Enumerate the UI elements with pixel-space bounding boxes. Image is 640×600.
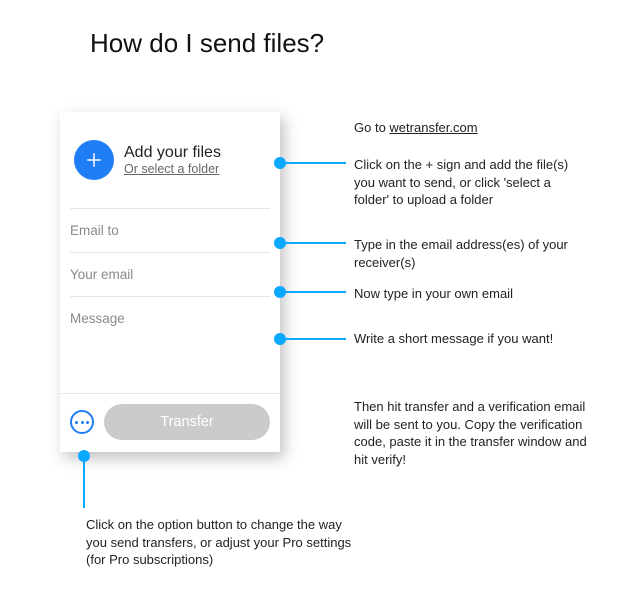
dot-icon	[75, 421, 78, 424]
callout-dot-youremail	[274, 286, 286, 298]
select-folder-link[interactable]: Or select a folder	[124, 162, 221, 176]
note-add: Click on the + sign and add the file(s) …	[354, 156, 584, 209]
note-goto-prefix: Go to	[354, 120, 389, 135]
callout-line	[286, 291, 346, 293]
note-emailto: Type in the email address(es) of your re…	[354, 236, 584, 271]
add-files-section: Add your files Or select a folder	[60, 112, 280, 208]
note-transfer: Then hit transfer and a verification ema…	[354, 398, 604, 468]
note-youremail: Now type in your own email	[354, 285, 584, 303]
spacer	[60, 340, 280, 393]
callout-line	[286, 242, 346, 244]
dot-icon	[86, 421, 89, 424]
callout-dot-message	[274, 333, 286, 345]
transfer-panel: Add your files Or select a folder Email …	[60, 112, 280, 452]
dot-icon	[81, 421, 84, 424]
message-field[interactable]: Message	[60, 297, 280, 340]
your-email-field[interactable]: Your email	[60, 253, 280, 296]
callout-dot-add	[274, 157, 286, 169]
note-message: Write a short message if you want!	[354, 330, 584, 348]
callout-dot-emailto	[274, 237, 286, 249]
callout-line	[83, 462, 85, 508]
callout-line	[286, 162, 346, 164]
add-files-button[interactable]	[74, 140, 114, 180]
options-button[interactable]	[70, 410, 94, 434]
note-goto: Go to wetransfer.com	[354, 119, 478, 137]
note-option: Click on the option button to change the…	[86, 516, 356, 569]
panel-bottom: Transfer	[60, 393, 280, 452]
add-files-title: Add your files	[124, 144, 221, 162]
transfer-button[interactable]: Transfer	[104, 404, 270, 440]
email-to-field[interactable]: Email to	[60, 209, 280, 252]
wetransfer-link[interactable]: wetransfer.com	[389, 120, 477, 135]
add-files-labels: Add your files Or select a folder	[124, 144, 221, 176]
page-title: How do I send files?	[90, 28, 324, 59]
callout-line	[286, 338, 346, 340]
plus-icon	[85, 151, 103, 169]
callout-dot-option	[78, 450, 90, 462]
